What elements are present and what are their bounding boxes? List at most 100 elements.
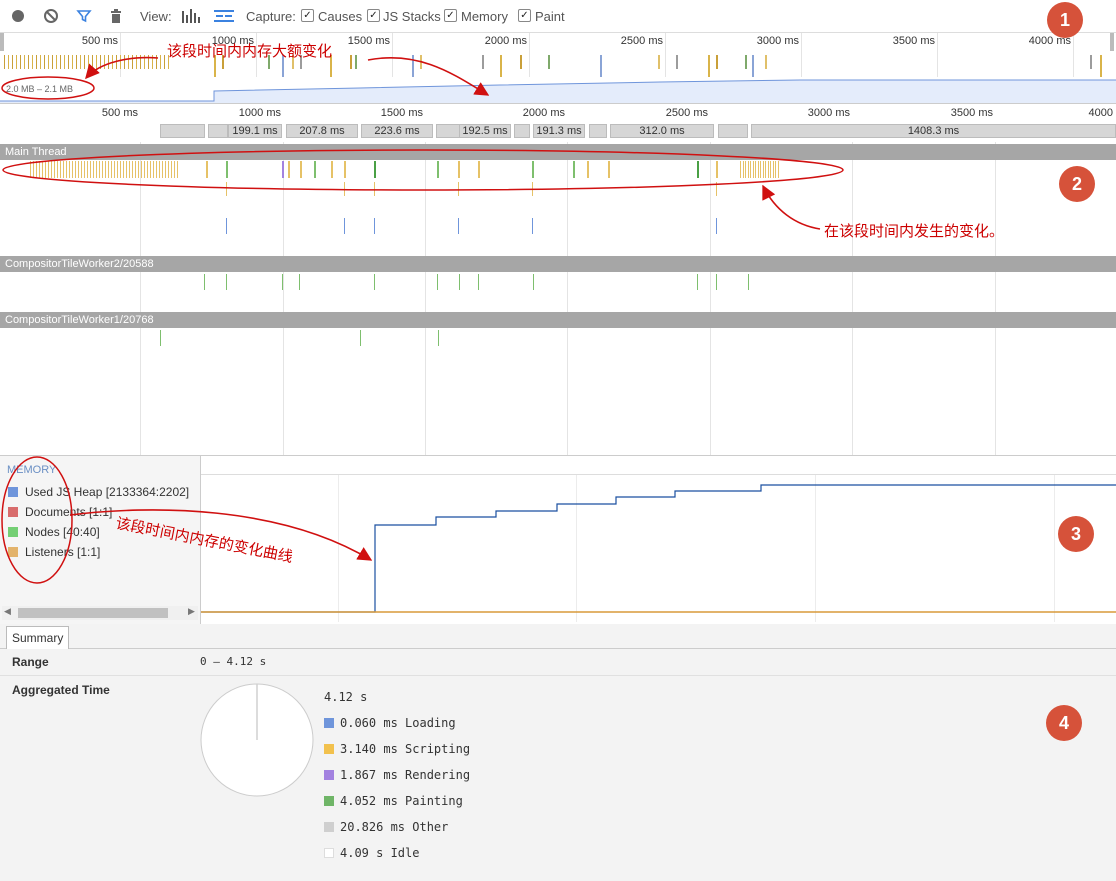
loading-swatch — [324, 718, 334, 728]
main-thread-event — [69, 161, 70, 178]
main-thread-event — [762, 161, 764, 178]
overview-event-bar — [100, 55, 101, 69]
pie-legend-loading: 0.060 ms Loading — [324, 716, 456, 730]
toolbar: View: Capture: ✓ Causes ✓ JS Stacks ✓ Me… — [0, 0, 1116, 33]
causes-checkbox[interactable]: ✓ — [301, 9, 314, 22]
memory-graph[interactable] — [201, 475, 1116, 622]
pie-legend-other: 20.826 ms Other — [324, 820, 448, 834]
main-thread-event — [81, 161, 82, 178]
legend-scrollbar[interactable]: ◀ ▶ — [2, 606, 198, 620]
worker2-event — [226, 274, 227, 290]
worker2-event — [697, 274, 698, 290]
record-icon[interactable] — [10, 8, 26, 24]
legend-js-heap[interactable]: Used JS Heap [2133364:2202] — [8, 485, 189, 499]
flame-view-icon[interactable] — [213, 8, 235, 24]
clear-icon[interactable] — [43, 8, 59, 24]
main-thread-event — [84, 161, 85, 178]
main-thread-header[interactable]: Main Thread — [0, 144, 1116, 160]
main-thread-event — [45, 161, 46, 178]
bar-view-icon[interactable] — [181, 8, 200, 24]
main-thread-subevent — [458, 218, 459, 234]
js-stacks-checkbox[interactable]: ✓ — [367, 9, 380, 22]
overview-event-bar — [44, 55, 45, 69]
frame-block[interactable] — [514, 124, 530, 138]
main-thread-event — [135, 161, 136, 178]
badge-4: 4 — [1046, 705, 1082, 741]
main-thread-event — [78, 161, 79, 178]
main-thread-subevent — [458, 182, 459, 196]
frame-block[interactable] — [436, 124, 460, 138]
legend-nodes[interactable]: Nodes [40:40] — [8, 525, 100, 539]
worker2-event — [299, 274, 300, 290]
scroll-thumb[interactable] — [18, 608, 168, 618]
frame-block[interactable] — [718, 124, 748, 138]
frame-block[interactable] — [208, 124, 228, 138]
main-thread-subevent — [344, 182, 345, 196]
overview-event-bar — [132, 55, 133, 69]
worker2-event — [533, 274, 534, 290]
scroll-right-arrow[interactable]: ▶ — [188, 606, 195, 617]
js-stacks-label: JS Stacks — [383, 9, 441, 24]
overview-left-handle[interactable] — [0, 33, 4, 51]
overview-event-bar — [64, 55, 65, 69]
main-thread-event — [102, 161, 103, 178]
tab-summary[interactable]: Summary — [6, 626, 70, 649]
worker2-event — [282, 274, 283, 290]
worker2-thread-header[interactable]: CompositorTileWorker2/20588 — [0, 256, 1116, 272]
main-thread-event — [770, 161, 771, 178]
pie-legend-rendering: 1.867 ms Rendering — [324, 768, 470, 782]
flame-gridline — [852, 142, 853, 455]
overview-event-bar — [116, 55, 117, 69]
js-heap-swatch — [8, 487, 18, 497]
main-thread-subevent — [532, 182, 533, 196]
frame-block[interactable]: 223.6 ms — [361, 124, 433, 138]
main-thread-subevent — [226, 218, 227, 234]
frame-block[interactable]: 199.1 ms — [228, 124, 282, 138]
overview-event-bar — [548, 55, 550, 69]
frame-block[interactable] — [589, 124, 607, 138]
main-thread-event — [36, 161, 37, 178]
frame-block[interactable]: 312.0 ms — [610, 124, 714, 138]
overview-event-bar — [108, 55, 109, 69]
main-thread-event — [697, 161, 699, 178]
main-thread-event — [757, 161, 759, 178]
frame-block[interactable]: 1408.3 ms — [751, 124, 1116, 138]
flame-gridline — [567, 142, 568, 455]
legend-documents[interactable]: Documents [1:1] — [8, 505, 112, 519]
main-thread-event — [48, 161, 49, 178]
overview-right-handle[interactable] — [1110, 33, 1114, 51]
main-thread-event — [159, 161, 160, 178]
overview-event-bar — [752, 55, 754, 77]
aggregated-pie-chart — [200, 683, 314, 797]
overview-event-bar — [52, 55, 53, 69]
flame-chart-area[interactable] — [0, 142, 1116, 455]
overview-event-bar — [48, 55, 49, 69]
overview-tick-label: 2000 ms — [484, 35, 527, 47]
filter-icon[interactable] — [76, 8, 92, 24]
worker1-event — [160, 330, 161, 346]
paint-checkbox[interactable]: ✓ — [518, 9, 531, 22]
scroll-left-arrow[interactable]: ◀ — [4, 606, 11, 617]
summary-tab-divider — [0, 648, 1116, 649]
main-thread-event — [147, 161, 148, 178]
overview-event-bar — [1100, 55, 1102, 77]
frame-block[interactable]: 207.8 ms — [286, 124, 358, 138]
legend-listeners[interactable]: Listeners [1:1] — [8, 545, 100, 559]
memory-checkbox[interactable]: ✓ — [444, 9, 457, 22]
frame-block[interactable]: 192.5 ms — [459, 124, 511, 138]
worker1-thread-header[interactable]: CompositorTileWorker1/20768 — [0, 312, 1116, 328]
overview-event-bar — [745, 55, 747, 69]
trash-icon[interactable] — [108, 8, 124, 24]
flame-gridline — [283, 142, 284, 455]
main-thread-event — [740, 161, 741, 178]
main-thread-event — [96, 161, 97, 178]
listeners-swatch — [8, 547, 18, 557]
overview-tick-label: 3500 ms — [892, 35, 935, 47]
main-thread-event — [478, 161, 480, 178]
main-thread-subevent — [716, 218, 717, 234]
frame-block[interactable] — [160, 124, 205, 138]
flame-gridline — [995, 142, 996, 455]
main-thread-event — [760, 161, 761, 178]
main-thread-event — [314, 161, 316, 178]
frame-block[interactable]: 191.3 ms — [533, 124, 585, 138]
